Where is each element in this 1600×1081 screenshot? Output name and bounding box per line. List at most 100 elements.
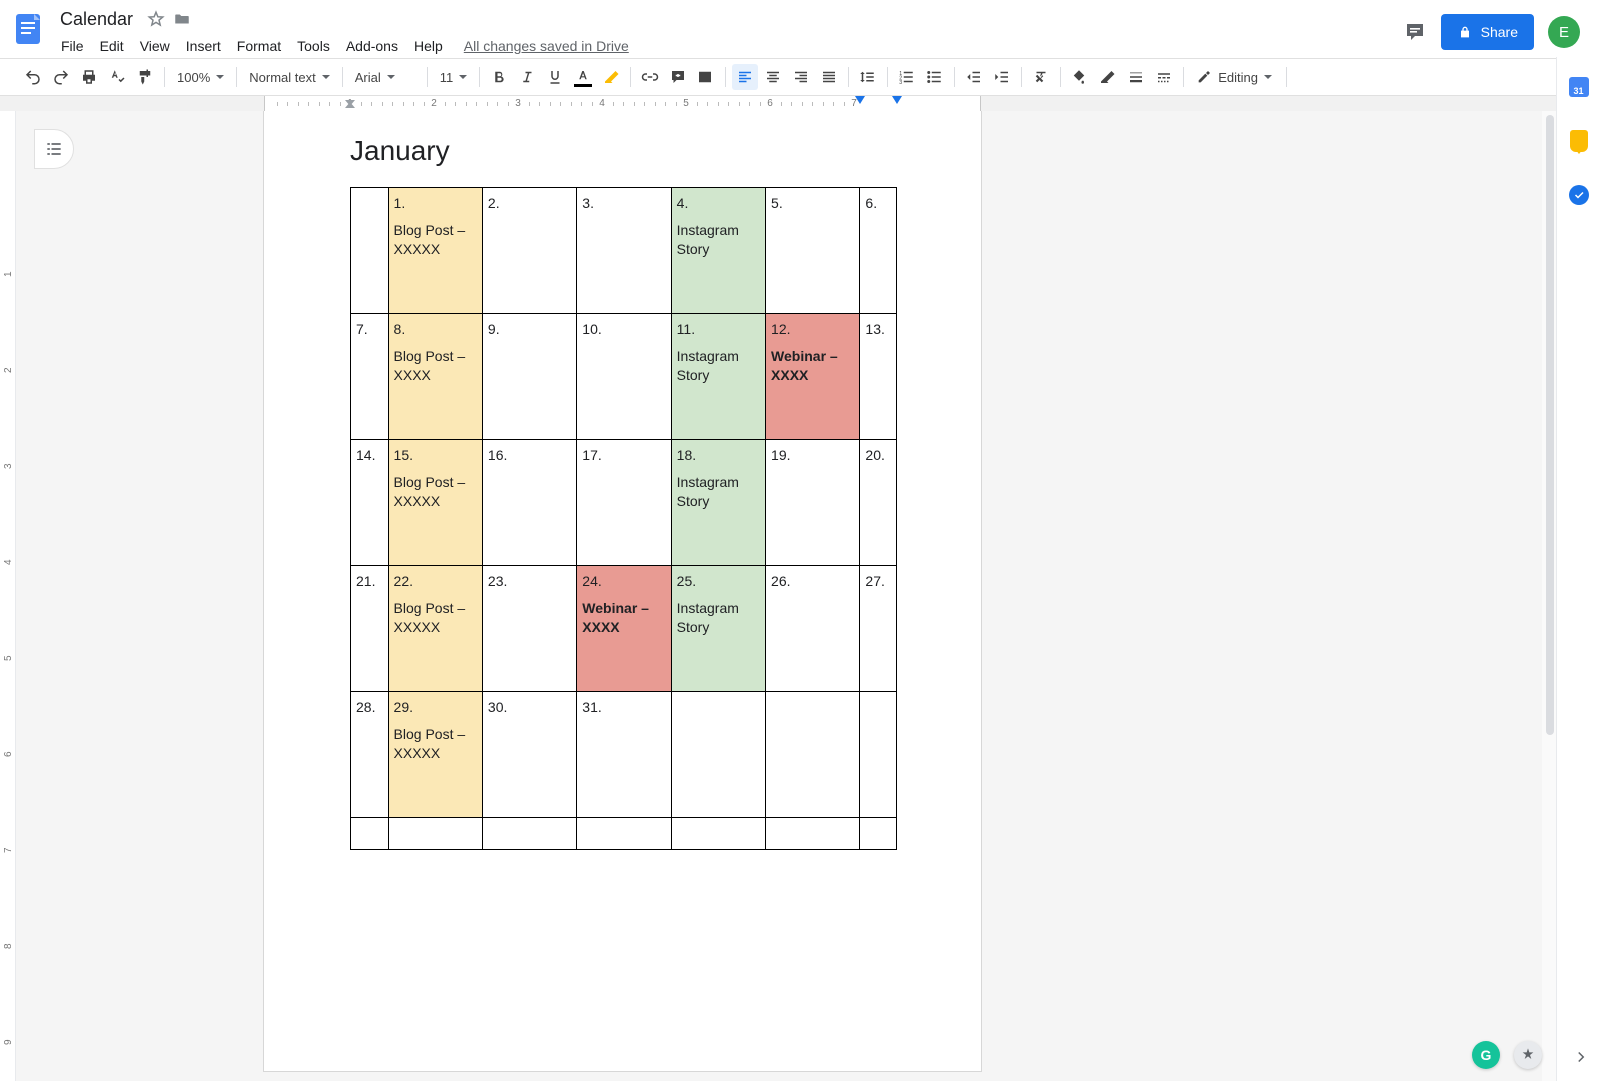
bold-button[interactable] xyxy=(486,64,512,90)
table-cell[interactable] xyxy=(351,818,389,850)
table-cell[interactable]: 9. xyxy=(482,314,576,440)
table-cell[interactable]: 3. xyxy=(577,188,671,314)
table-cell[interactable]: 18.Instagram Story xyxy=(671,440,765,566)
print-button[interactable] xyxy=(76,64,102,90)
clear-formatting-button[interactable] xyxy=(1028,64,1054,90)
table-cell[interactable] xyxy=(482,818,576,850)
table-cell[interactable]: 4.Instagram Story xyxy=(671,188,765,314)
table-cell[interactable]: 15.Blog Post – XXXXX xyxy=(388,440,482,566)
document-canvas[interactable]: January 1.Blog Post – XXXXX2.3.4.Instagr… xyxy=(16,111,1556,1081)
table-cell[interactable] xyxy=(766,692,860,818)
zoom-dropdown[interactable]: 100% xyxy=(171,64,230,90)
table-cell[interactable]: 30. xyxy=(482,692,576,818)
align-center-button[interactable] xyxy=(760,64,786,90)
table-cell[interactable]: 16. xyxy=(482,440,576,566)
table-cell[interactable]: 10. xyxy=(577,314,671,440)
table-cell[interactable]: 6. xyxy=(860,188,897,314)
table-cell[interactable]: 19. xyxy=(766,440,860,566)
font-dropdown[interactable]: Arial xyxy=(349,64,421,90)
side-calendar-button[interactable]: 31 xyxy=(1567,75,1591,99)
table-cell[interactable] xyxy=(577,818,671,850)
calendar-table[interactable]: 1.Blog Post – XXXXX2.3.4.Instagram Story… xyxy=(350,187,897,850)
align-justify-button[interactable] xyxy=(816,64,842,90)
table-cell[interactable]: 23. xyxy=(482,566,576,692)
table-cell[interactable]: 24.Webinar – XXXX xyxy=(577,566,671,692)
paint-format-button[interactable] xyxy=(132,64,158,90)
star-icon[interactable] xyxy=(147,10,165,28)
account-avatar[interactable]: E xyxy=(1548,16,1580,48)
page[interactable]: January 1.Blog Post – XXXXX2.3.4.Instagr… xyxy=(264,111,981,1071)
table-cell[interactable] xyxy=(671,818,765,850)
insert-comment-button[interactable] xyxy=(665,64,691,90)
table-cell[interactable]: 8.Blog Post – XXXX xyxy=(388,314,482,440)
table-cell[interactable]: 22.Blog Post – XXXXX xyxy=(388,566,482,692)
document-heading[interactable]: January xyxy=(264,127,981,187)
undo-button[interactable] xyxy=(20,64,46,90)
highlight-color-button[interactable] xyxy=(598,64,624,90)
menu-addons[interactable]: Add-ons xyxy=(339,34,405,58)
table-cell[interactable]: 5. xyxy=(766,188,860,314)
doc-title[interactable]: Calendar xyxy=(54,7,139,32)
border-width-button[interactable] xyxy=(1123,64,1149,90)
table-cell[interactable]: 31. xyxy=(577,692,671,818)
move-to-folder-icon[interactable] xyxy=(173,10,191,28)
bulleted-list-button[interactable] xyxy=(922,64,948,90)
menu-help[interactable]: Help xyxy=(407,34,450,58)
table-cell[interactable]: 11.Instagram Story xyxy=(671,314,765,440)
decrease-indent-button[interactable] xyxy=(961,64,987,90)
explore-button[interactable] xyxy=(1514,1041,1542,1069)
side-panel-expand-button[interactable] xyxy=(1572,1048,1590,1069)
side-tasks-button[interactable] xyxy=(1567,183,1591,207)
table-cell[interactable]: 21. xyxy=(351,566,389,692)
cell-fill-color-button[interactable] xyxy=(1067,64,1093,90)
menu-format[interactable]: Format xyxy=(230,34,288,58)
table-cell[interactable]: 25.Instagram Story xyxy=(671,566,765,692)
table-cell[interactable]: 28. xyxy=(351,692,389,818)
underline-button[interactable] xyxy=(542,64,568,90)
border-color-button[interactable] xyxy=(1095,64,1121,90)
table-cell[interactable]: 14. xyxy=(351,440,389,566)
menu-tools[interactable]: Tools xyxy=(290,34,337,58)
table-cell[interactable]: 13. xyxy=(860,314,897,440)
open-comments-icon[interactable] xyxy=(1403,20,1427,44)
table-cell[interactable]: 1.Blog Post – XXXXX xyxy=(388,188,482,314)
increase-indent-button[interactable] xyxy=(989,64,1015,90)
font-size-dropdown[interactable]: 11 xyxy=(434,64,474,90)
horizontal-ruler[interactable]: 1234567 xyxy=(0,96,1600,112)
table-cell[interactable] xyxy=(860,692,897,818)
insert-image-button[interactable] xyxy=(693,64,719,90)
align-left-button[interactable] xyxy=(732,64,758,90)
table-cell[interactable] xyxy=(766,818,860,850)
table-cell[interactable]: 29.Blog Post – XXXXX xyxy=(388,692,482,818)
spellcheck-button[interactable] xyxy=(104,64,130,90)
share-button[interactable]: Share xyxy=(1441,14,1534,50)
save-status[interactable]: All changes saved in Drive xyxy=(464,34,629,58)
vertical-scrollbar[interactable] xyxy=(1542,111,1556,1081)
grammarly-button[interactable]: G xyxy=(1472,1041,1500,1069)
menu-view[interactable]: View xyxy=(133,34,177,58)
table-cell[interactable]: 12.Webinar – XXXX xyxy=(766,314,860,440)
numbered-list-button[interactable]: 123 xyxy=(894,64,920,90)
outline-toggle-button[interactable] xyxy=(34,129,74,169)
menu-edit[interactable]: Edit xyxy=(93,34,131,58)
table-cell[interactable]: 26. xyxy=(766,566,860,692)
table-cell[interactable]: 20. xyxy=(860,440,897,566)
menu-insert[interactable]: Insert xyxy=(179,34,228,58)
table-cell[interactable]: 2. xyxy=(482,188,576,314)
table-cell[interactable]: 7. xyxy=(351,314,389,440)
line-spacing-button[interactable] xyxy=(855,64,881,90)
paragraph-style-dropdown[interactable]: Normal text xyxy=(243,64,335,90)
redo-button[interactable] xyxy=(48,64,74,90)
insert-link-button[interactable] xyxy=(637,64,663,90)
docs-logo[interactable] xyxy=(8,9,48,49)
italic-button[interactable] xyxy=(514,64,540,90)
editing-mode-dropdown[interactable]: Editing xyxy=(1190,64,1280,90)
vertical-ruler[interactable]: 123456789 xyxy=(0,111,16,1081)
table-cell[interactable] xyxy=(860,818,897,850)
table-cell[interactable]: 27. xyxy=(860,566,897,692)
table-cell[interactable] xyxy=(388,818,482,850)
side-keep-button[interactable] xyxy=(1567,129,1591,153)
border-dash-button[interactable] xyxy=(1151,64,1177,90)
table-cell[interactable] xyxy=(351,188,389,314)
table-cell[interactable] xyxy=(671,692,765,818)
